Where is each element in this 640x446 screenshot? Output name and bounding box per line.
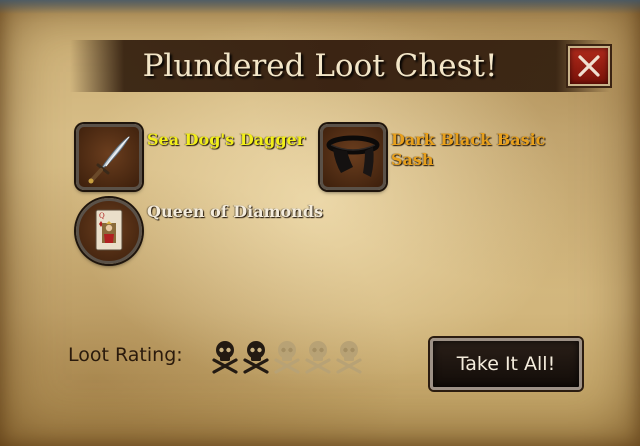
loot-rating-label: Loot Rating: [68, 344, 183, 366]
sash-icon [326, 135, 380, 177]
take-it-all-button[interactable]: Take It All! [430, 338, 582, 390]
item-slot-card[interactable]: Q [76, 198, 142, 264]
item-name-sash-line1: Dark Black Basic [391, 130, 546, 149]
svg-text:Q: Q [99, 212, 105, 220]
item-slot-dagger[interactable] [76, 124, 142, 190]
skull-crossbones-empty-icon [305, 341, 331, 374]
close-button[interactable] [568, 46, 610, 86]
item-name-sash-line2: Sash [391, 150, 434, 169]
dagger-icon [88, 135, 131, 184]
skull-crossbones-icon [243, 341, 269, 374]
item-name-sash: Dark Black Basic Sash [391, 130, 545, 170]
playing-card-icon: Q [95, 209, 123, 251]
parchment-top-edge [0, 0, 640, 14]
skull-crossbones-empty-icon [336, 341, 362, 374]
item-slot-sash[interactable] [320, 124, 386, 190]
loot-rating [210, 338, 370, 378]
dialog-title: Plundered Loot Chest! [142, 48, 498, 84]
skull-crossbones-empty-icon [274, 341, 300, 374]
item-name-dagger: Sea Dog's Dagger [147, 130, 305, 150]
item-name-dagger-text: Sea Dog's Dagger [147, 130, 306, 149]
skull-crossbones-icon [212, 341, 238, 374]
item-name-card: Queen of Diamonds [147, 202, 324, 221]
close-x-icon [578, 55, 600, 77]
